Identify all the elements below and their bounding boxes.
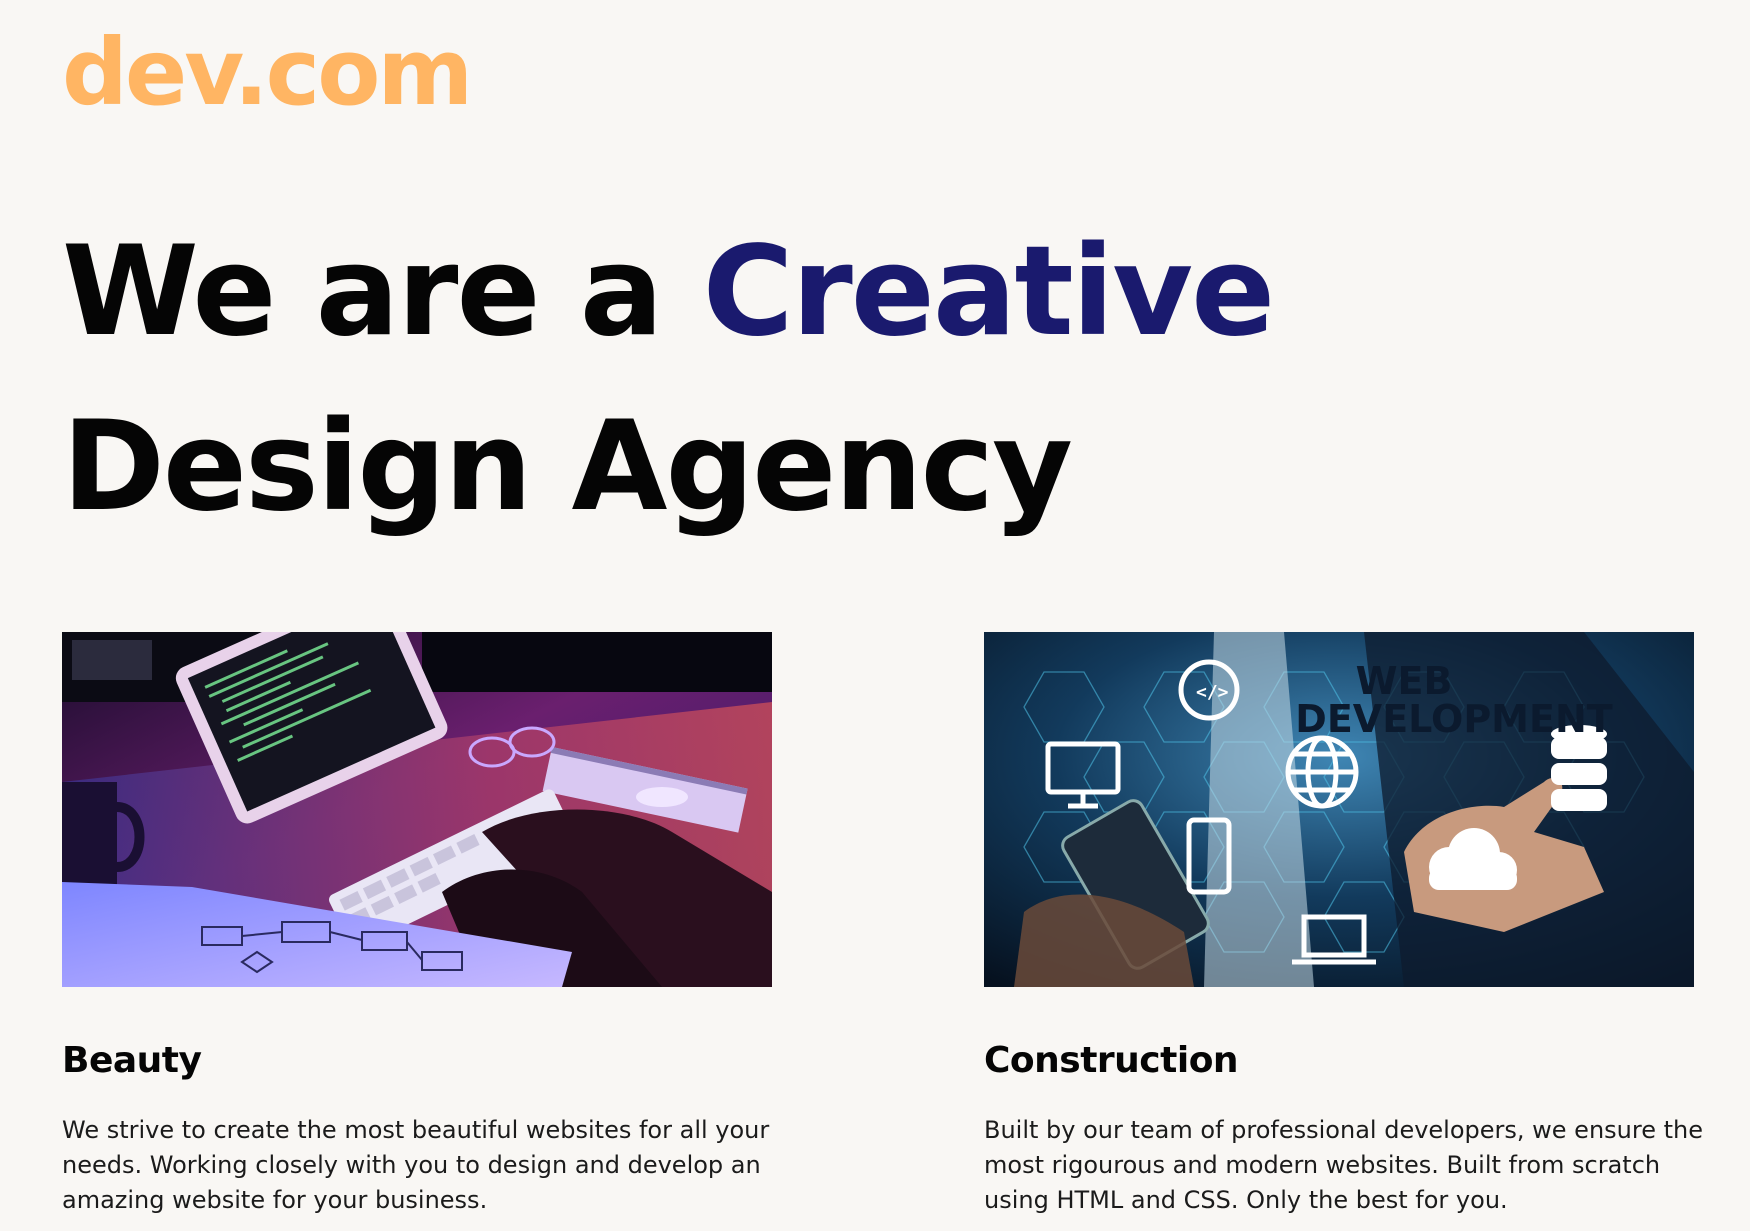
hero-heading-accent: Creative bbox=[702, 220, 1276, 364]
svg-text:</>: </> bbox=[1196, 682, 1229, 703]
hero-heading-prefix: We are a bbox=[62, 220, 703, 364]
card-description: We strive to create the most beautiful w… bbox=[62, 1115, 770, 1214]
hero-heading: We are a Creative Design Agency bbox=[62, 205, 1362, 555]
card-title: Beauty bbox=[62, 1040, 202, 1081]
landing-page: dev.com We are a Creative Design Agency bbox=[0, 0, 1750, 1231]
service-card-construction: </> WEB DEVELOPMENT Construction Built b… bbox=[984, 632, 1704, 1218]
site-logo[interactable]: dev.com bbox=[62, 22, 473, 123]
service-card-beauty: Beauty We strive to create the most beau… bbox=[62, 632, 774, 1218]
card-description: Built by our team of professional develo… bbox=[984, 1115, 1703, 1214]
card-image-coding-desk bbox=[62, 632, 772, 987]
card-title: Construction bbox=[984, 1040, 1239, 1081]
hero-heading-line2: Design Agency bbox=[62, 395, 1073, 539]
web-dev-banner-line2: DEVELOPMENT bbox=[1295, 697, 1612, 741]
card-image-web-development: </> WEB DEVELOPMENT bbox=[984, 632, 1694, 987]
